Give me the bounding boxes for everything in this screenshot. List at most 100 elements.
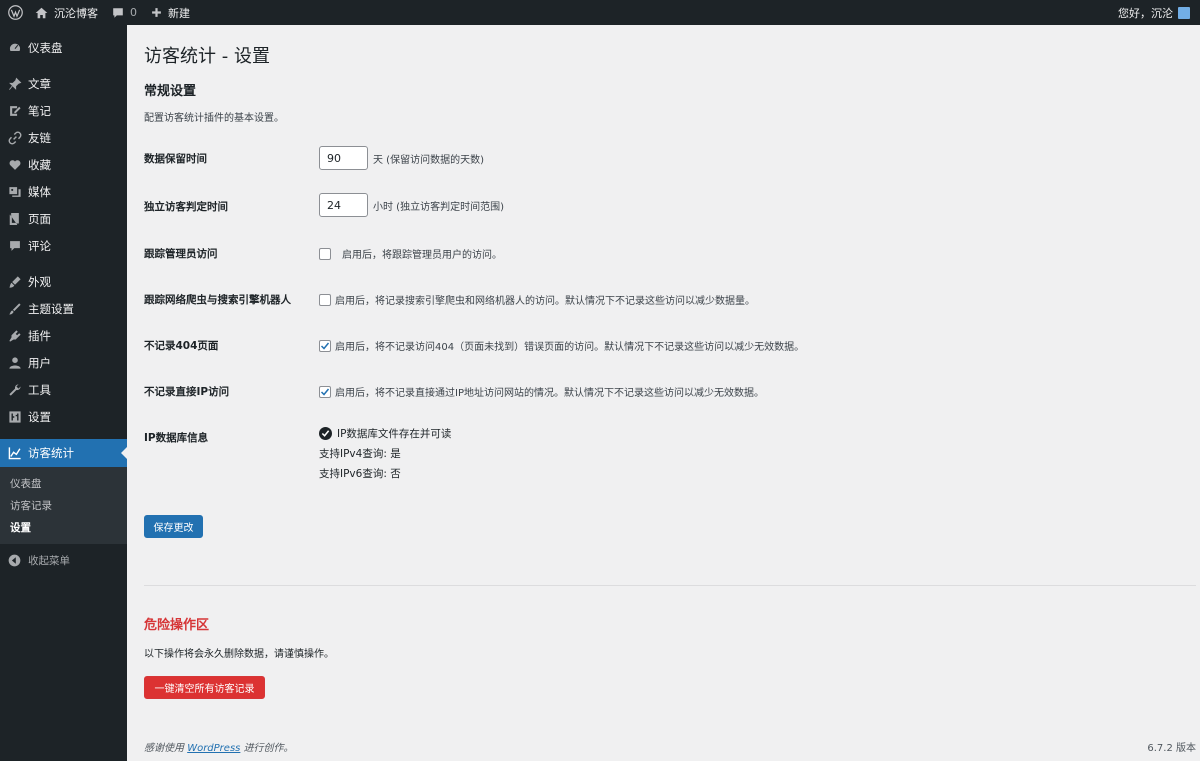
sidebar-item-notes[interactable]: 笔记 <box>0 97 127 124</box>
admin-sidebar: 仪表盘 文章 笔记 友链 收藏 媒体 页面 评论 外观 主题设置 插件 用户 工… <box>0 25 127 761</box>
chart-line-icon <box>8 446 22 460</box>
user-icon <box>8 356 22 370</box>
brush-icon <box>8 275 22 289</box>
sidebar-item-label: 访客统计 <box>28 446 74 460</box>
no-direct-ip-label: 不记录直接IP访问 <box>144 386 230 398</box>
avatar <box>1178 6 1190 19</box>
retention-days-input[interactable]: 90 <box>319 146 368 170</box>
sidebar-item-dashboard[interactable]: 仪表盘 <box>0 34 127 61</box>
greeting: 您好，沉沦 <box>1118 6 1173 20</box>
collapse-menu-label: 收起菜单 <box>28 554 70 567</box>
clear-all-visits-button[interactable]: 一键清空所有访客记录 <box>144 676 265 699</box>
submenu-item-visit-log[interactable]: 访客记录 <box>0 495 127 517</box>
track-bots-field: 启用后，将记录搜索引擎爬虫和网络机器人的访问。默认情况下不记录这些访问以减少数据… <box>319 292 755 307</box>
sidebar-item-theme-settings[interactable]: 主题设置 <box>0 295 127 322</box>
danger-zone-title: 危险操作区 <box>144 618 210 633</box>
retention-label: 数据保留时间 <box>144 153 207 165</box>
track-bots-checkbox[interactable] <box>319 293 331 306</box>
site-name: 沉沦博客 <box>54 6 98 20</box>
checkmark-icon <box>320 342 330 350</box>
sidebar-item-label: 笔记 <box>28 103 51 118</box>
retention-unit: 天 (保留访问数据的天数) <box>373 154 484 166</box>
comment-icon <box>8 239 22 253</box>
sidebar-item-appearance[interactable]: 外观 <box>0 268 127 295</box>
section-divider <box>144 585 1196 586</box>
page-icon <box>8 212 22 226</box>
track-admin-description: 启用后，将跟踪管理员用户的访问。 <box>342 250 502 261</box>
sidebar-item-label: 评论 <box>28 238 51 253</box>
page-title: 访客统计 - 设置 <box>144 46 270 67</box>
sidebar-item-favorites[interactable]: 收藏 <box>0 151 127 178</box>
sidebar-item-label: 友链 <box>28 130 51 145</box>
sidebar-item-media[interactable]: 媒体 <box>0 178 127 205</box>
track-admin-field: 启用后，将跟踪管理员用户的访问。 <box>319 246 502 261</box>
track-admin-checkbox[interactable] <box>319 247 331 260</box>
unique-visitor-hours-input[interactable]: 24 <box>319 193 368 217</box>
sidebar-item-label: 媒体 <box>28 184 51 199</box>
footer-thanks-suffix: 进行创作。 <box>243 743 294 754</box>
check-circle-icon <box>319 427 332 440</box>
save-changes-button[interactable]: 保存更改 <box>144 515 203 538</box>
plugin-icon <box>8 329 22 343</box>
sidebar-item-label: 设置 <box>28 409 51 424</box>
collapse-arrow-icon <box>8 553 22 567</box>
no-direct-ip-checkbox[interactable] <box>319 385 331 398</box>
plus-icon <box>151 7 162 18</box>
wordpress-logo-icon[interactable] <box>2 0 28 25</box>
sidebar-item-users[interactable]: 用户 <box>0 349 127 376</box>
comment-bubble-icon <box>112 7 124 19</box>
pin-icon <box>8 77 22 91</box>
sidebar-item-tools[interactable]: 工具 <box>0 376 127 403</box>
wrench-icon <box>8 383 22 397</box>
sidebar-item-label: 仪表盘 <box>28 40 63 55</box>
sidebar-item-label: 外观 <box>28 274 51 289</box>
note-icon <box>8 104 22 118</box>
submenu-item-dashboard[interactable]: 仪表盘 <box>0 473 127 495</box>
footer-thanks: 感谢使用 WordPress 进行创作。 <box>144 739 294 754</box>
no-direct-ip-description: 启用后，将不记录直接通过IP地址访问网站的情况。默认情况下不记录这些访问以减少无… <box>335 388 764 399</box>
sidebar-item-label: 页面 <box>28 211 51 226</box>
no-404-field: 启用后，将不记录访问404（页面未找到）错误页面的访问。默认情况下不记录这些访问… <box>319 338 804 353</box>
sidebar-item-label: 插件 <box>28 328 51 343</box>
new-content-link[interactable]: 新建 <box>144 0 197 25</box>
sidebar-item-visitor-stats[interactable]: 访客统计 <box>0 439 127 467</box>
submenu-item-settings[interactable]: 设置 <box>0 517 127 539</box>
ip-database-status-text: IP数据库文件存在并可读 <box>337 428 452 440</box>
retention-field: 90 天 (保留访问数据的天数) <box>319 146 484 170</box>
no-404-checkbox[interactable] <box>319 339 331 352</box>
track-bots-description: 启用后，将记录搜索引擎爬虫和网络机器人的访问。默认情况下不记录这些访问以减少数据… <box>335 296 755 307</box>
collapse-menu-button[interactable]: 收起菜单 <box>0 546 127 574</box>
ipv6-support: 支持IPv6查询: 否 <box>319 468 401 480</box>
ipv4-support: 支持IPv4查询: 是 <box>319 448 401 460</box>
track-admin-label: 跟踪管理员访问 <box>144 248 218 260</box>
link-icon <box>8 131 22 145</box>
wordpress-link[interactable]: WordPress <box>187 743 240 754</box>
sidebar-item-label: 收藏 <box>28 157 51 172</box>
new-label: 新建 <box>168 6 190 20</box>
checkmark-icon <box>320 388 330 396</box>
sidebar-item-plugins[interactable]: 插件 <box>0 322 127 349</box>
footer-thanks-prefix: 感谢使用 <box>144 743 184 754</box>
footer-version: 6.7.2 版本 <box>1147 743 1196 754</box>
sidebar-item-label: 文章 <box>28 76 51 91</box>
sidebar-item-label: 工具 <box>28 382 51 397</box>
sidebar-item-posts[interactable]: 文章 <box>0 70 127 97</box>
admin-bar: 沉沦博客 0 新建 您好，沉沦 <box>0 0 1200 25</box>
sidebar-item-label: 用户 <box>28 355 51 370</box>
sidebar-item-settings[interactable]: 设置 <box>0 403 127 430</box>
heart-icon <box>8 158 22 172</box>
no-404-description: 启用后，将不记录访问404（页面未找到）错误页面的访问。默认情况下不记录这些访问… <box>335 342 805 353</box>
site-name-link[interactable]: 沉沦博客 <box>28 0 105 25</box>
sidebar-item-pages[interactable]: 页面 <box>0 205 127 232</box>
no-404-label: 不记录404页面 <box>144 340 219 352</box>
unique-visitor-label: 独立访客判定时间 <box>144 201 228 213</box>
ip-database-status: IP数据库文件存在并可读 <box>319 426 451 441</box>
comments-link[interactable]: 0 <box>105 0 144 25</box>
sidebar-item-comments[interactable]: 评论 <box>0 232 127 259</box>
danger-zone-description: 以下操作将会永久删除数据，请谨慎操作。 <box>144 649 334 660</box>
ip-database-label: IP数据库信息 <box>144 432 209 444</box>
sidebar-item-links[interactable]: 友链 <box>0 124 127 151</box>
section-title: 常规设置 <box>144 84 197 99</box>
track-bots-label: 跟踪网络爬虫与搜索引擎机器人 <box>144 294 291 306</box>
user-account-link[interactable]: 您好，沉沦 <box>1111 0 1200 25</box>
